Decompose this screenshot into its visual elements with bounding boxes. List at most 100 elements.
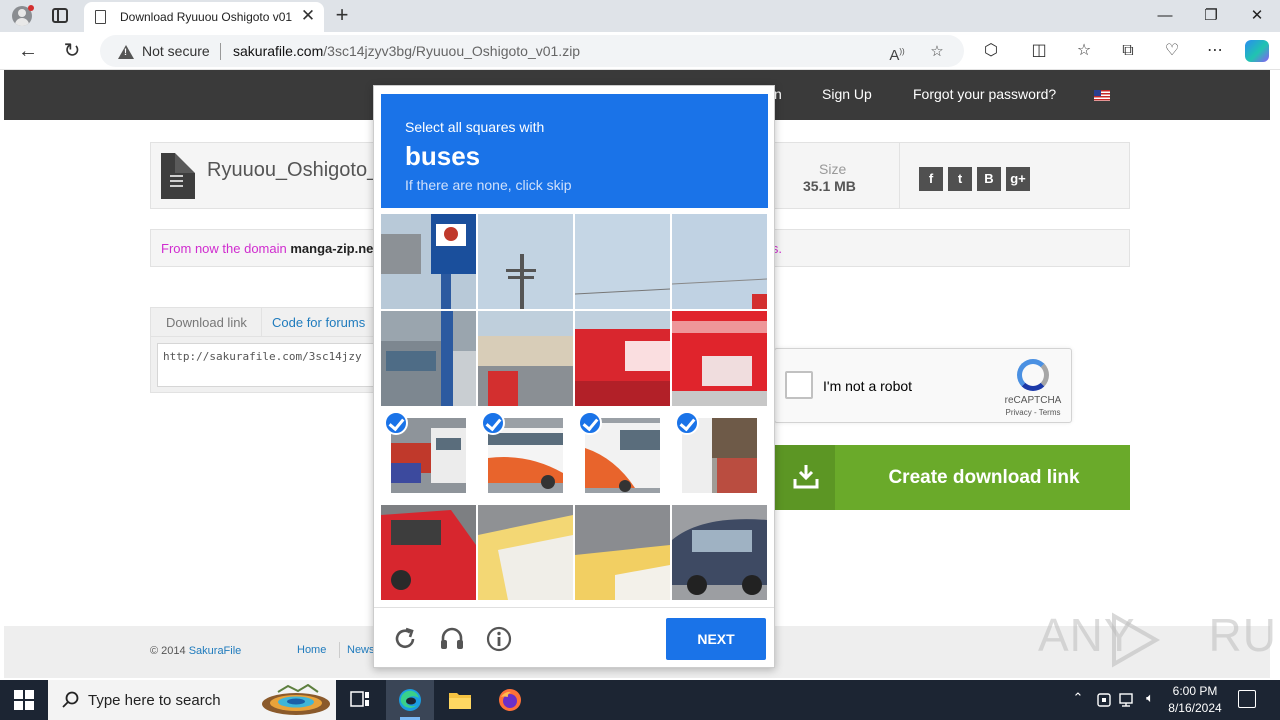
firefox-icon[interactable]: [486, 680, 534, 720]
footer-news-link[interactable]: News: [347, 644, 375, 656]
link-text: http://sakurafile.com/3sc14jzy: [163, 350, 362, 363]
browser-essentials-icon[interactable]: ♡: [1160, 40, 1184, 62]
minimize-icon[interactable]: —: [1145, 4, 1185, 28]
footer-brand-link[interactable]: SakuraFile: [189, 645, 242, 657]
challenge-tile-selected[interactable]: [575, 408, 670, 503]
search-highlight-image: [262, 684, 330, 715]
challenge-tile[interactable]: [381, 505, 476, 600]
audio-challenge-icon[interactable]: [439, 626, 465, 652]
back-icon[interactable]: ←: [15, 38, 41, 64]
selected-check-icon: [384, 411, 408, 435]
close-window-icon[interactable]: ✕: [1237, 4, 1277, 28]
copyright-text: © 2014: [150, 645, 189, 657]
windows-start-icon[interactable]: [14, 690, 34, 710]
extensions-icon[interactable]: ⬡: [979, 40, 1003, 62]
notification-center-icon[interactable]: [1238, 690, 1256, 708]
close-tab-icon[interactable]: ✕: [298, 6, 318, 26]
sign-up-link[interactable]: Sign Up: [822, 86, 872, 102]
read-aloud-icon[interactable]: A)): [886, 41, 908, 64]
watermark-play-icon: [1112, 612, 1161, 668]
clock-date: 8/16/2024: [1168, 701, 1222, 715]
selected-check-icon: [578, 411, 602, 435]
google-plus-share-icon[interactable]: g+: [1006, 167, 1030, 191]
recaptcha-terms-link[interactable]: Privacy - Terms: [1001, 408, 1065, 417]
file-explorer-icon[interactable]: [436, 680, 484, 720]
forgot-password-link[interactable]: Forgot your password?: [913, 86, 1056, 102]
notification-dot: [28, 5, 34, 11]
tab-code-for-forums[interactable]: Code for forums: [272, 315, 365, 330]
facebook-share-icon[interactable]: f: [919, 167, 943, 191]
next-button[interactable]: NEXT: [666, 618, 766, 660]
address-separator: [220, 43, 221, 60]
footer-home-link[interactable]: Home: [297, 644, 326, 656]
create-download-link-button[interactable]: Create download link: [775, 445, 1130, 510]
challenge-tile-selected[interactable]: [381, 408, 476, 503]
challenge-tile[interactable]: [575, 505, 670, 600]
selected-check-icon: [675, 411, 699, 435]
notice-prefix: From now the domain: [161, 241, 291, 256]
tile-image: [381, 311, 476, 406]
tab-title: Download Ryuuou Oshigoto v01: [120, 10, 293, 24]
challenge-tile[interactable]: [381, 214, 476, 309]
vk-share-icon[interactable]: B: [977, 167, 1001, 191]
copilot-icon[interactable]: [1245, 40, 1269, 62]
notice-text: From now the domain manga-zip.net: [161, 241, 378, 256]
tile-image: [478, 311, 573, 406]
challenge-target: buses: [405, 141, 481, 171]
file-name: Ryuuou_Oshigoto_v: [207, 159, 389, 181]
new-tab-icon[interactable]: +: [330, 3, 354, 27]
download-icon: [793, 465, 819, 489]
volume-icon[interactable]: 🔈︎: [1141, 690, 1159, 710]
info-icon[interactable]: [486, 626, 512, 652]
task-view-icon[interactable]: [336, 680, 384, 720]
selected-check-icon: [481, 411, 505, 435]
footer-copyright: © 2014 SakuraFile: [150, 645, 241, 657]
footer-divider: [339, 642, 340, 658]
file-icon: [161, 153, 195, 199]
address-bar[interactable]: Not secure sakurafile.com/3sc14jzyv3bg/R…: [100, 35, 964, 67]
restore-icon[interactable]: ❐: [1191, 4, 1231, 28]
reload-icon[interactable]: [392, 626, 418, 652]
refresh-icon[interactable]: ↻: [59, 38, 85, 64]
security-tray-icon[interactable]: [1096, 692, 1112, 708]
edge-taskbar-icon[interactable]: [386, 680, 434, 720]
collections-icon[interactable]: ⧉: [1116, 40, 1140, 62]
challenge-instruction: Select all squares with: [405, 119, 545, 135]
recaptcha-brand: reCAPTCHA: [1004, 395, 1062, 406]
favorite-star-icon[interactable]: ☆: [926, 41, 948, 63]
recaptcha-checkbox[interactable]: [785, 371, 813, 399]
show-hidden-icons-icon[interactable]: ⌃: [1070, 690, 1086, 710]
taskbar-search-box[interactable]: Type here to search: [48, 680, 336, 720]
favorites-icon[interactable]: ☆: [1072, 40, 1096, 62]
challenge-tile[interactable]: [478, 214, 573, 309]
twitter-share-icon[interactable]: t: [948, 167, 972, 191]
network-icon[interactable]: [1119, 692, 1137, 708]
challenge-tile-grid: [381, 214, 768, 601]
challenge-tile[interactable]: [672, 505, 767, 600]
tile-image: [478, 214, 573, 309]
taskbar-clock[interactable]: 6:00 PM 8/16/2024: [1160, 683, 1230, 717]
tab-download-link[interactable]: Download link: [166, 315, 247, 330]
split-screen-icon[interactable]: ◫: [1027, 40, 1051, 62]
challenge-tile-selected[interactable]: [672, 408, 767, 503]
tile-image: [672, 214, 767, 309]
challenge-tile[interactable]: [672, 311, 767, 406]
challenge-tile[interactable]: [672, 214, 767, 309]
header-link-partial[interactable]: n: [774, 86, 782, 102]
url-text[interactable]: sakurafile.com/3sc14jzyv3bg/Ryuuou_Oshig…: [233, 43, 580, 59]
more-options-icon[interactable]: ⋯: [1203, 40, 1227, 62]
challenge-tile[interactable]: [575, 311, 670, 406]
challenge-tile[interactable]: [478, 311, 573, 406]
tile-image: [672, 505, 767, 600]
browser-tab[interactable]: Download Ryuuou Oshigoto v01 ✕: [84, 2, 324, 32]
tab-actions-icon[interactable]: [52, 8, 68, 23]
warning-icon[interactable]: [118, 45, 134, 59]
challenge-tile[interactable]: [478, 505, 573, 600]
recaptcha-label: I'm not a robot: [823, 378, 913, 394]
size-label: Size: [819, 161, 847, 177]
security-label[interactable]: Not secure: [142, 43, 210, 59]
us-flag-icon[interactable]: [1094, 90, 1110, 101]
challenge-tile[interactable]: [575, 214, 670, 309]
challenge-tile-selected[interactable]: [478, 408, 573, 503]
challenge-tile[interactable]: [381, 311, 476, 406]
